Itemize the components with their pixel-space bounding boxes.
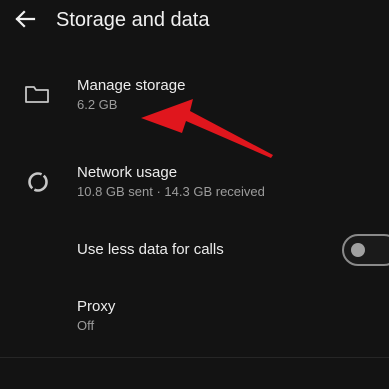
divider bbox=[0, 357, 389, 358]
use-less-data-item[interactable]: Use less data for calls bbox=[0, 230, 389, 270]
proxy-label: Proxy bbox=[77, 298, 116, 315]
use-less-data-label: Use less data for calls bbox=[77, 241, 224, 258]
arrow-left-icon bbox=[15, 10, 36, 28]
use-less-data-toggle[interactable] bbox=[342, 234, 389, 266]
back-button[interactable] bbox=[10, 4, 40, 34]
proxy-value: Off bbox=[77, 318, 95, 333]
network-usage-label: Network usage bbox=[77, 164, 178, 181]
toggle-knob bbox=[351, 243, 365, 257]
folder-icon bbox=[24, 83, 50, 105]
network-usage-value: 10.8 GB sent · 14.3 GB received bbox=[77, 184, 265, 199]
network-usage-icon bbox=[24, 168, 52, 196]
manage-storage-label: Manage storage bbox=[77, 77, 186, 94]
app-bar: Storage and data bbox=[0, 0, 389, 40]
network-usage-item[interactable]: Network usage 10.8 GB sent · 14.3 GB rec… bbox=[0, 155, 389, 211]
page-title: Storage and data bbox=[56, 9, 210, 31]
manage-storage-value: 6.2 GB bbox=[77, 97, 118, 112]
manage-storage-item[interactable]: Manage storage 6.2 GB bbox=[0, 68, 389, 128]
proxy-item[interactable]: Proxy Off bbox=[0, 290, 389, 340]
